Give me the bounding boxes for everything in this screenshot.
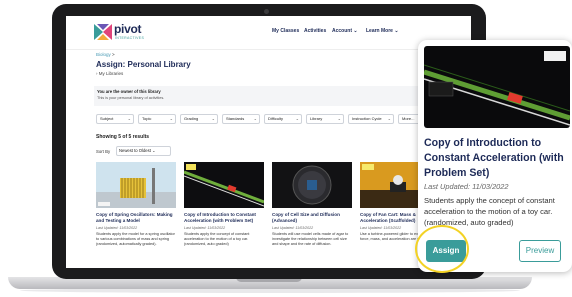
filter-topic[interactable]: Topic ⌄ — [138, 114, 176, 124]
popup-title: Copy of Introduction to Constant Acceler… — [424, 137, 564, 179]
chevron-down-icon: ⌄ — [127, 116, 131, 121]
filter-label: Library — [310, 116, 323, 121]
nav-account-label: Account — [332, 28, 352, 34]
activity-thumbnail-spring — [96, 162, 176, 208]
popup-description: Students apply the concept of constant a… — [424, 196, 555, 227]
assign-highlight-circle — [415, 225, 469, 273]
owner-notice-subtitle: This is your personal library of activit… — [97, 96, 165, 100]
activity-card-date: Last Updated: 11/03/2022 — [360, 226, 402, 230]
nav-learn-more[interactable]: Learn More ⌄ — [366, 28, 399, 34]
activity-thumbnail-acceleration — [184, 162, 264, 208]
activity-card-date: Last Updated: 11/03/2022 — [272, 226, 314, 230]
preview-button[interactable]: Preview — [519, 240, 561, 262]
nav-activities[interactable]: Activities — [304, 28, 326, 34]
nav-account[interactable]: Account ⌄ — [332, 28, 358, 34]
filter-label: More... — [402, 116, 415, 121]
activity-card-date: Last Updated: 11/03/2022 — [184, 226, 226, 230]
nav-my-classes[interactable]: My Classes — [272, 28, 299, 34]
popup-thumbnail-acceleration — [424, 46, 570, 128]
brand-name: pivot — [114, 22, 142, 36]
popup-date: Last Updated: 11/03/2022 — [424, 182, 509, 191]
sort-value: Newest to Oldest — [119, 148, 151, 153]
filter-label: Topic — [142, 116, 152, 121]
chevron-down-icon: ⌄ — [394, 28, 399, 34]
chevron-down-icon: ⌄ — [152, 148, 156, 153]
filter-library[interactable]: Library ⌄ — [306, 114, 344, 124]
breadcrumb: Biology > — [96, 52, 115, 57]
pivot-logo-icon[interactable] — [94, 24, 112, 40]
chevron-down-icon: ⌄ — [295, 116, 299, 121]
filter-label: Grading — [184, 116, 199, 121]
breadcrumb-biology[interactable]: Biology — [96, 52, 111, 57]
page-title: Assign: Personal Library — [96, 60, 191, 69]
filter-label: Instruction Cycle — [352, 116, 382, 121]
activity-card[interactable]: Copy of Cell Size and Diffusion (Advance… — [272, 162, 352, 268]
filter-difficulty[interactable]: Difficulty ⌄ — [264, 114, 302, 124]
top-navigation: pivot INTERACTIVES My Classes Activities… — [66, 16, 471, 50]
filter-standards[interactable]: Standards ⌄ — [222, 114, 260, 124]
filter-instruction-cycle[interactable]: Instruction Cycle ⌄ — [348, 114, 394, 124]
my-libraries-label: My Libraries — [98, 71, 124, 76]
laptop-screen: pivot INTERACTIVES My Classes Activities… — [66, 16, 471, 268]
activity-card-description: Students apply the concept of constant a… — [184, 232, 250, 247]
webcam-icon — [264, 9, 269, 14]
activity-card-description: Students apply the model for a spring os… — [96, 232, 175, 247]
activity-card[interactable]: Copy of Spring Oscillators: Making and T… — [96, 162, 176, 268]
filter-grading[interactable]: Grading ⌄ — [180, 114, 218, 124]
filter-label: Difficulty — [268, 116, 284, 121]
activity-card-title[interactable]: Copy of Introduction to Constant Acceler… — [184, 212, 264, 224]
chevron-down-icon: ⌄ — [353, 28, 358, 34]
owner-notice: You are the owner of this library This i… — [94, 86, 444, 106]
sort-label: Sort By — [96, 149, 111, 154]
filter-subject[interactable]: Subject ⌄ — [96, 114, 134, 124]
activity-card-title[interactable]: Copy of Cell Size and Diffusion (Advance… — [272, 212, 352, 224]
results-count: Showing 5 of 5 results — [96, 134, 150, 140]
chevron-down-icon: ⌄ — [169, 116, 173, 121]
activity-card-date: Last Updated: 11/03/2022 — [96, 226, 138, 230]
chevron-down-icon: ⌄ — [211, 116, 215, 121]
brand-subtitle: INTERACTIVES — [115, 36, 145, 40]
chevron-right-icon: › — [96, 71, 98, 76]
my-libraries-link[interactable]: › My Libraries — [96, 71, 123, 76]
chevron-down-icon: ⌄ — [387, 116, 391, 121]
activity-card-description: Students will use model cells made of ag… — [272, 232, 349, 247]
breadcrumb-separator: > — [112, 52, 115, 57]
chevron-down-icon: ⌄ — [337, 116, 341, 121]
activity-card[interactable]: Copy of Introduction to Constant Acceler… — [184, 162, 264, 268]
filter-label: Subject — [100, 116, 114, 121]
activity-card-title[interactable]: Copy of Spring Oscillators: Making and T… — [96, 212, 176, 224]
chevron-down-icon: ⌄ — [253, 116, 257, 121]
filter-label: Standards — [226, 116, 245, 121]
promo-stage: pivot INTERACTIVES My Classes Activities… — [0, 0, 572, 297]
activity-thumbnail-cell-diffusion — [272, 162, 352, 208]
owner-notice-title: You are the owner of this library — [97, 89, 161, 94]
sort-select[interactable]: Newest to Oldest ⌄ — [116, 146, 171, 156]
nav-learn-more-label: Learn More — [366, 28, 393, 34]
